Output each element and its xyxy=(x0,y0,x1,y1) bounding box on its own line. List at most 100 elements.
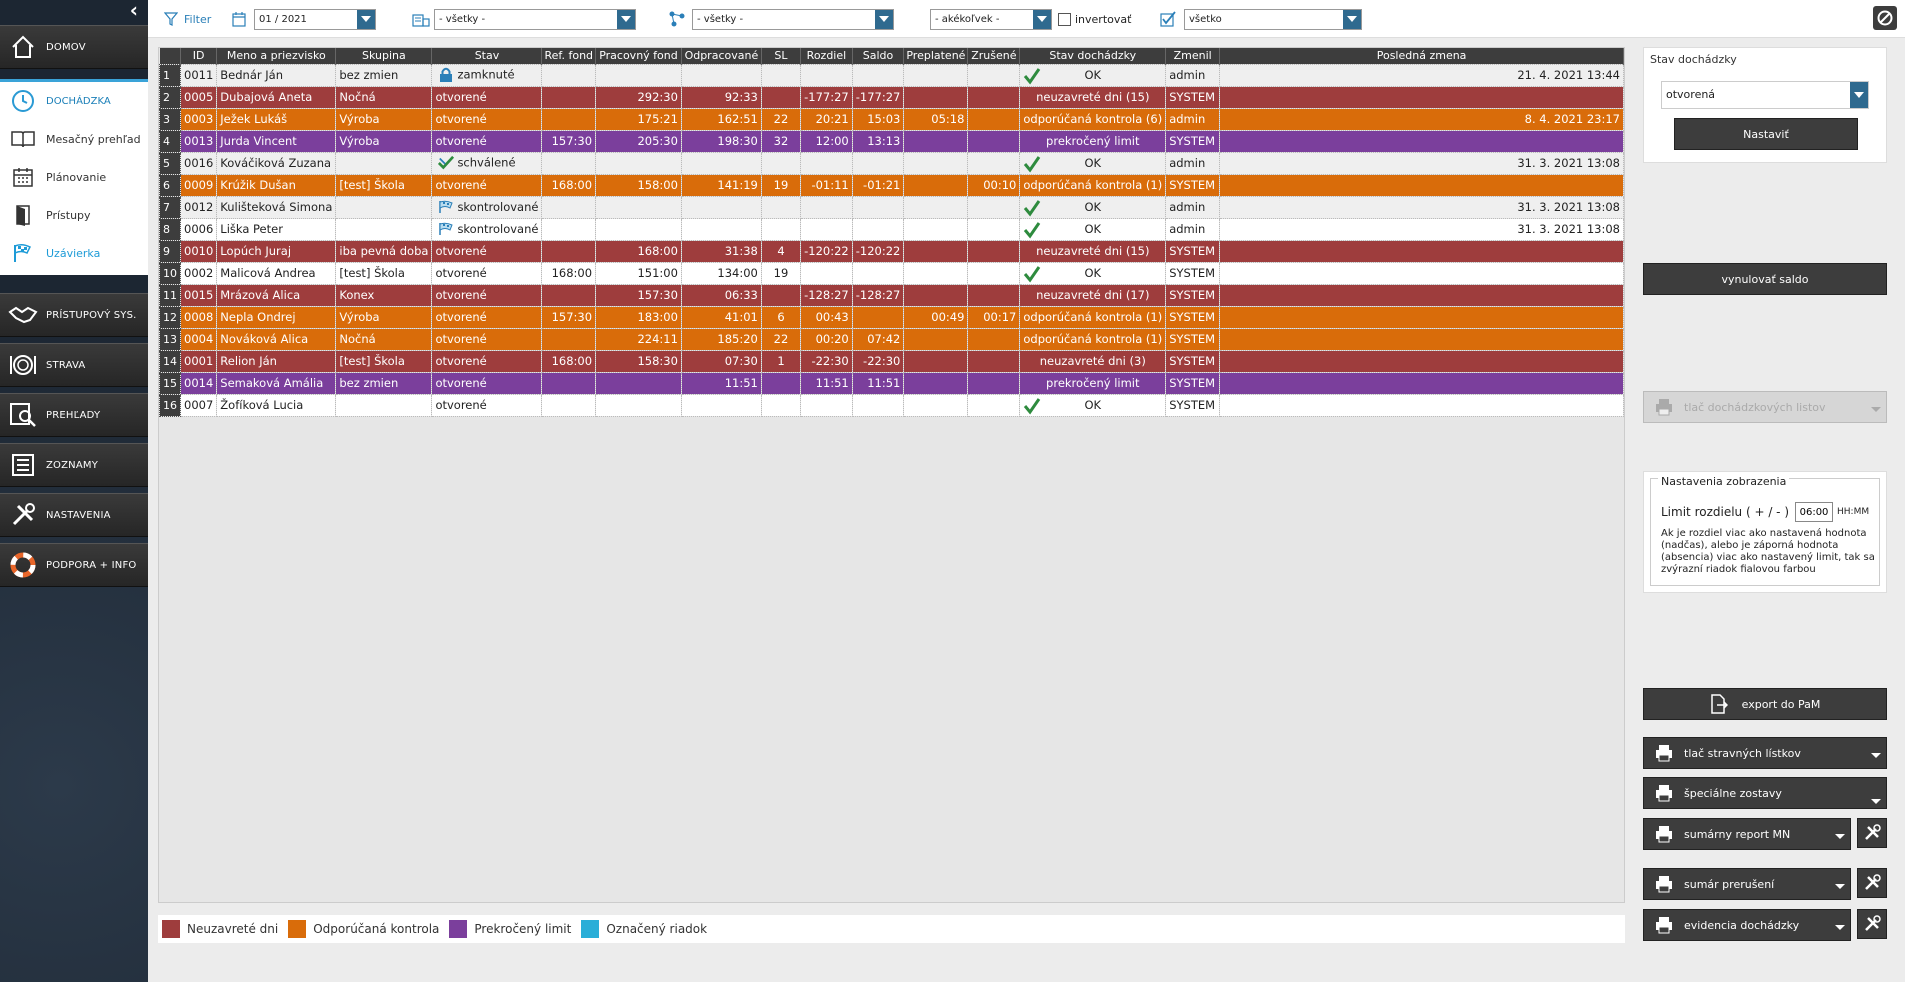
cell-id: 0001 xyxy=(179,349,218,373)
nav-dochadzka[interactable]: DOCHÁDZKA xyxy=(0,82,148,120)
checkmark-icon xyxy=(1024,397,1041,414)
column-header[interactable]: Meno a priezvisko xyxy=(216,48,337,64)
cell-saldo xyxy=(851,195,905,219)
plate-icon xyxy=(0,353,46,377)
nav-nastavenia[interactable]: NASTAVENIA xyxy=(0,493,148,537)
table-row[interactable]: 14 0001 Relion Ján [test] Škola otvorené 168:… xyxy=(159,349,1624,373)
cell-group: Nočná xyxy=(335,85,433,109)
summary-mn-button[interactable]: sumárny report MN xyxy=(1643,818,1851,850)
table-row[interactable]: 12 0008 Nepla Ondrej Výroba otvorené 157:30 18… xyxy=(159,305,1624,329)
cell-zrus xyxy=(967,327,1021,351)
show-select[interactable]: všetko xyxy=(1184,8,1362,30)
table-row[interactable]: 13 0004 Nováková Alica Nočná otvorené 224:11 1… xyxy=(159,327,1624,351)
column-header[interactable]: Ref. fond xyxy=(541,48,597,64)
print-sheets-button[interactable]: tlač dochádzkových listov xyxy=(1643,391,1887,423)
column-header[interactable]: Zmenil xyxy=(1165,48,1221,64)
table-row[interactable]: 11 0015 Mrázová Alica Konex otvorené 157:30 06… xyxy=(159,283,1624,307)
limit-note: Ak je rozdiel viac ako nastavená hodnota… xyxy=(1661,528,1875,575)
table-row[interactable]: 10 0002 Malicová Andrea [test] Škola otvoren… xyxy=(159,261,1624,285)
column-header[interactable]: Zrušené xyxy=(967,48,1021,64)
cell-prepl xyxy=(903,151,969,175)
column-header[interactable]: Rozdiel xyxy=(800,48,853,64)
cell-odp: 92:33 xyxy=(680,85,762,109)
sub-item-mesacny-prehlad[interactable]: Mesačný prehľad xyxy=(0,120,148,158)
tools-icon xyxy=(1865,874,1881,890)
column-header[interactable]: ID xyxy=(180,48,218,64)
sub-item-uzavierka[interactable]: Uzávierka xyxy=(0,234,148,272)
column-header[interactable]: Preplatené xyxy=(903,48,969,64)
cell-ref: 168:00 xyxy=(541,349,597,373)
group-select[interactable]: - všetky - xyxy=(692,8,894,30)
meal-print-button[interactable]: tlač stravných lístkov xyxy=(1643,737,1887,769)
interrupt-summary-settings-button[interactable] xyxy=(1857,868,1887,898)
cell-ref xyxy=(541,327,597,351)
nav-strava[interactable]: STRAVA xyxy=(0,343,148,387)
filter-toggle[interactable]: Filter xyxy=(164,8,211,30)
special-reports-button[interactable]: špeciálne zostavy xyxy=(1643,777,1887,809)
nav-podpora[interactable]: PODPORA + INFO xyxy=(0,543,148,587)
table-row[interactable]: 2 0005 Dubajová Aneta Nočná otvorené 292:30 92… xyxy=(159,85,1624,109)
table-row[interactable]: 15 0014 Semaková Amália bez zmien otvorené 11… xyxy=(159,371,1624,395)
invert-checkbox[interactable] xyxy=(1058,12,1071,26)
cell-rozdiel: -177:27 xyxy=(800,85,853,109)
nav-home[interactable]: DOMOV xyxy=(0,25,148,69)
cancel-filter-button[interactable] xyxy=(1873,6,1897,30)
cell-doch: odporúčaná kontrola (6) xyxy=(1019,107,1167,131)
table-row[interactable]: 8 0006 Liška Peter skontrolované OK admin 31. … xyxy=(159,217,1624,241)
display-settings-title: Nastavenia zobrazenia xyxy=(1658,475,1790,488)
column-header[interactable]: Saldo xyxy=(852,48,905,64)
legend-label: Neuzavreté dni xyxy=(187,922,279,936)
table-row[interactable]: 9 0010 Lopúch Juraj iba pevná doba otvorené 1… xyxy=(159,239,1624,263)
cell-fond: 224:11 xyxy=(595,327,682,351)
cell-ref xyxy=(541,107,597,131)
period-select[interactable]: 01 / 2021 xyxy=(254,8,376,30)
checkbox-checked-icon[interactable] xyxy=(1160,11,1176,27)
sub-item-planovanie[interactable]: Plánovanie xyxy=(0,158,148,196)
table-row[interactable]: 6 0009 Krúžik Dušan [test] Škola otvorené 168… xyxy=(159,173,1624,197)
department-select[interactable]: - všetky - xyxy=(434,8,636,30)
table-row[interactable]: 16 0007 Žofíková Lucia otvorené OK SYSTEM xyxy=(159,393,1624,417)
table-row[interactable]: 3 0003 Ježek Lukáš Výroba otvorené 175:21 162:… xyxy=(159,107,1624,131)
cell-sl xyxy=(760,63,802,87)
column-header[interactable]: SL xyxy=(761,48,802,64)
sub-item-pristupy[interactable]: Prístupy xyxy=(0,196,148,234)
collapse-sidebar-icon[interactable]: ‹ xyxy=(130,0,138,20)
printer-icon xyxy=(1644,398,1684,416)
cell-prepl xyxy=(903,283,969,307)
checkered-flag-icon xyxy=(439,222,454,236)
table-row[interactable]: 4 0013 Jurda Vincent Výroba otvorené 157:30 20… xyxy=(159,129,1624,153)
column-header[interactable]: Stav xyxy=(431,48,543,64)
interrupt-summary-button[interactable]: sumár prerušení xyxy=(1643,868,1851,900)
attendance-evidence-button[interactable]: evidencia dochádzky xyxy=(1643,909,1851,941)
cell-id: 0016 xyxy=(179,151,218,175)
cell-zrus xyxy=(967,393,1021,417)
nav-prehlady[interactable]: PREHĽADY xyxy=(0,393,148,437)
set-state-button[interactable]: Nastaviť xyxy=(1674,118,1858,150)
cell-zmenil: admin xyxy=(1165,217,1221,241)
column-header[interactable]: Skupina xyxy=(335,48,433,64)
cell-sl xyxy=(760,195,802,219)
column-header[interactable]: Stav dochádzky xyxy=(1019,48,1167,64)
set-state-label: Nastaviť xyxy=(1743,127,1789,141)
column-header[interactable]: Posledná zmena xyxy=(1219,48,1624,64)
checkered-flag-icon xyxy=(439,200,454,214)
column-header[interactable]: Odpracované xyxy=(681,48,762,64)
cell-odp xyxy=(680,195,762,219)
export-pam-button[interactable]: export do PaM xyxy=(1643,688,1887,720)
table-row[interactable]: 1 0011 Bednár Ján bez zmien zamknuté OK admin 2… xyxy=(159,63,1624,87)
column-header[interactable]: Pracovný fond xyxy=(595,48,682,64)
attendance-state-select[interactable]: otvorená xyxy=(1661,81,1869,109)
attendance-status-text: neuzavreté dni (15) xyxy=(1036,244,1150,258)
table-row[interactable]: 7 0012 Kulišteková Simona skontrolované OK ad… xyxy=(159,195,1624,219)
state-select[interactable]: - akékoľvek - xyxy=(930,8,1052,30)
summary-mn-settings-button[interactable] xyxy=(1857,818,1887,848)
cell-ref: 168:00 xyxy=(541,173,597,197)
table-row[interactable]: 5 0016 Kováčiková Zuzana schválené OK admin 31… xyxy=(159,151,1624,175)
limit-input[interactable] xyxy=(1795,502,1834,522)
cell-group: iba pevná doba xyxy=(335,239,433,263)
attendance-evidence-settings-button[interactable] xyxy=(1857,909,1887,939)
nav-zoznamy[interactable]: ZOZNAMY xyxy=(0,443,148,487)
nav-pristupovy-sys[interactable]: PRÍSTUPOVÝ SYS. xyxy=(0,293,148,337)
cell-group: bez zmien xyxy=(335,371,433,395)
reset-saldo-button[interactable]: vynulovať saldo xyxy=(1643,263,1887,295)
